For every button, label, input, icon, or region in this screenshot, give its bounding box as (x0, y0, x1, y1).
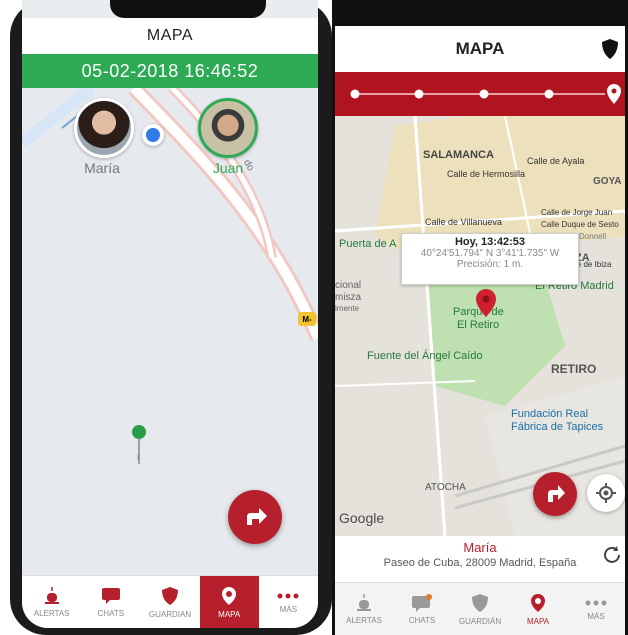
road-shield-text: M- (302, 314, 312, 324)
more-icon (277, 593, 299, 599)
chat-icon (412, 594, 432, 612)
shield-icon (472, 594, 488, 612)
map-pin-icon (222, 587, 237, 605)
location-popup: Hoy, 13:42:53 40°24'51.794" N 3°41'1.735… (401, 233, 579, 285)
right-phone-screen: MAPA SALAMANCA Calle de Ayala Calle de H… (335, 26, 625, 635)
popup-precision: Precisión: 1 m. (456, 259, 524, 270)
tab-label: MAPA (526, 617, 550, 626)
crosshair-icon (596, 483, 616, 503)
map-label: Donnell (579, 232, 607, 241)
directions-button[interactable] (533, 472, 577, 516)
timeline-point[interactable] (350, 89, 360, 99)
current-location-dot (142, 124, 164, 146)
map-label: Calle de Jorge Juan (541, 208, 613, 217)
tab-alertas[interactable]: ALERTAS (22, 576, 81, 628)
tab-label: GUARDIÁN (458, 617, 502, 626)
tab-label: ALERTAS (33, 609, 70, 618)
map-label: Fundación Real (511, 408, 589, 420)
tab-label: GUARDIAN (148, 610, 192, 619)
map-pin-icon (531, 594, 545, 612)
timeline-point[interactable] (414, 89, 424, 99)
refresh-icon[interactable] (603, 546, 621, 564)
siren-icon (44, 587, 59, 604)
popup-coords: 40°24'51.794" N 3°41'1.735" W (420, 248, 560, 259)
map-label: SALAMANCA (423, 149, 494, 161)
tab-chats[interactable]: CHATS (81, 576, 140, 628)
green-pin-icon[interactable] (130, 424, 148, 471)
my-location-button[interactable] (587, 474, 625, 512)
map-label: Calle de Hermosilla (447, 169, 526, 179)
timeline-pin-icon[interactable] (607, 84, 621, 104)
tab-alertas[interactable]: ALERTAS (335, 583, 393, 635)
page-title: MAPA (455, 39, 505, 58)
tab-mas[interactable]: MÁS (567, 583, 625, 635)
left-header: MAPA (22, 18, 318, 54)
info-address: Paseo de Cuba, 28009 Madrid, España (383, 557, 577, 569)
map-label: misza (335, 292, 362, 303)
avatar (74, 98, 134, 158)
shield-icon (162, 587, 178, 605)
tab-label: MÁS (587, 612, 605, 621)
info-name: María (463, 540, 497, 555)
tab-mapa[interactable]: MAPA (199, 576, 259, 628)
avatar-juan[interactable] (198, 98, 258, 158)
right-map[interactable]: SALAMANCA Calle de Ayala Calle de Hermos… (335, 116, 625, 536)
location-marker-icon[interactable] (475, 288, 497, 318)
page-title: MAPA (146, 27, 194, 44)
right-header: MAPA (335, 26, 625, 72)
tab-mapa[interactable]: MAPA (509, 583, 567, 635)
avatar-name-maria: María (84, 160, 120, 176)
map-label: Calle de Ayala (527, 156, 585, 166)
timeline-bar (335, 72, 625, 116)
phone-notch (110, 0, 266, 18)
popup-title: Hoy, 13:42:53 (454, 236, 526, 248)
map-label: GOYA (593, 176, 622, 187)
timeline-point[interactable] (479, 89, 489, 99)
map-label: ATOCHA (425, 482, 466, 493)
left-tab-bar: ALERTAS CHATS GUARDIAN MAPA MÁS (22, 575, 318, 628)
map-label: lmente (335, 304, 360, 313)
tab-label: CHATS (97, 609, 125, 618)
google-logo: Google (339, 510, 385, 526)
timeline-point[interactable] (544, 89, 554, 99)
date-time-text: 05-02-2018 16:46:52 (81, 60, 259, 81)
map-label: Puerta de A (339, 238, 397, 250)
turn-right-arrow-icon (548, 485, 565, 502)
tab-label: MÁS (279, 605, 298, 614)
chat-icon (101, 588, 120, 604)
shield-icon[interactable] (601, 38, 619, 60)
avatar-name-juan: Juan (212, 160, 244, 176)
turn-right-arrow-icon (247, 508, 267, 525)
tab-chats[interactable]: CHATS (393, 583, 451, 635)
tab-label: CHATS (408, 616, 436, 625)
directions-button[interactable] (228, 490, 282, 544)
date-time-bar: 05-02-2018 16:46:52 (22, 54, 318, 88)
map-label: RETIRO (551, 362, 597, 376)
location-info: María Paseo de Cuba, 28009 Madrid, Españ… (335, 536, 625, 580)
timeline-track (350, 84, 621, 104)
tab-mas[interactable]: MÁS (259, 576, 318, 628)
map-label: cional (335, 280, 362, 291)
right-tab-bar: ALERTAS CHATS GUARDIÁN MAPA MÁS (335, 582, 625, 635)
avatar (198, 98, 258, 158)
map-label: Fuente del Ángel Caído (367, 350, 483, 362)
map-label: Calle de Villanueva (425, 217, 502, 227)
map-label: El Retiro (457, 319, 500, 331)
map-label: Calle Duque de Sesto (541, 220, 619, 229)
map-label: le de Ibiza (575, 260, 612, 269)
tab-guardian[interactable]: GUARDIAN (140, 576, 199, 628)
map-label: Fábrica de Tapices (511, 421, 604, 433)
tab-label: MAPA (218, 610, 241, 619)
tab-guardian[interactable]: GUARDIÁN (451, 583, 509, 635)
avatar-maria[interactable] (74, 98, 134, 158)
left-phone-screen: MAPA 05-02-2018 16:46:52 M- do María Jua… (22, 0, 318, 628)
tab-label: ALERTAS (346, 616, 382, 625)
road-shield: M- (298, 312, 316, 326)
siren-icon (357, 594, 371, 611)
more-icon (585, 600, 607, 606)
